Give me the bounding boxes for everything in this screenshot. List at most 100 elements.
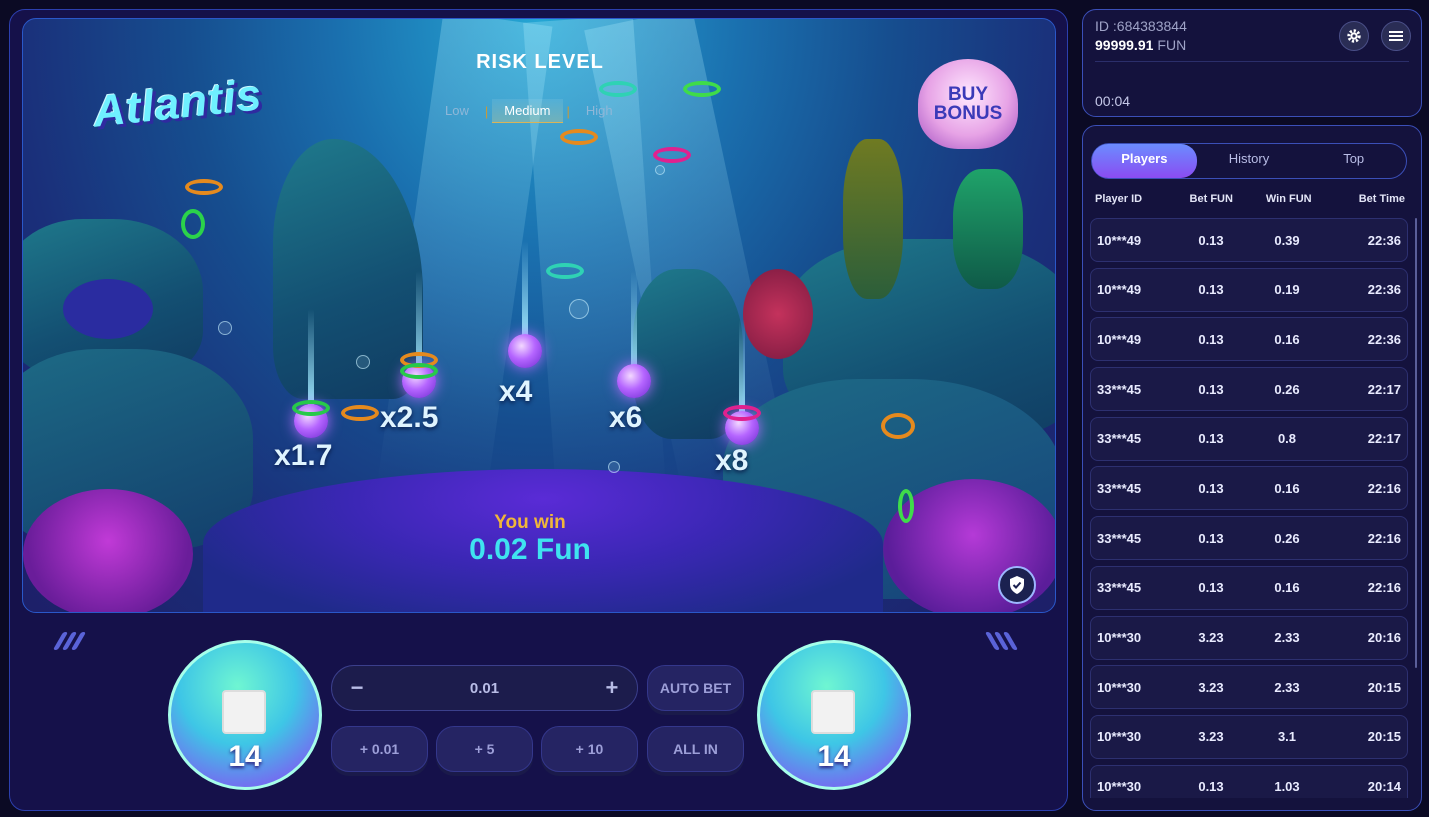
cell-bet: 0.13 <box>1198 431 1224 447</box>
seaweed-right-2 <box>953 169 1023 289</box>
ring-green <box>683 81 721 97</box>
cell-win: 0.16 <box>1274 331 1300 347</box>
bubble <box>608 461 620 473</box>
buy-bonus-button[interactable]: BUY BONUS <box>918 59 1018 149</box>
peg-spike <box>308 309 314 409</box>
cell-player-id: 10***30 <box>1097 779 1142 795</box>
cell-player-id: 33***45 <box>1097 480 1142 496</box>
scrollbar[interactable] <box>1415 218 1417 668</box>
peg-ring-green <box>292 400 330 416</box>
panel-tabs: Players History Top <box>1091 143 1407 179</box>
cell-player-id: 33***45 <box>1097 381 1142 397</box>
account-id: ID :684383844 <box>1095 18 1187 34</box>
cell-bet-time: 22:36 <box>1367 331 1401 347</box>
table-row: 10***49 0.13 0.19 22:36 <box>1090 267 1408 312</box>
account-card: ID :684383844 99999.91 FUN 00:04 <box>1082 9 1422 117</box>
settings-button[interactable] <box>1339 21 1369 51</box>
table-row: 10***49 0.13 0.39 22:36 <box>1090 218 1408 262</box>
cell-bet: 0.13 <box>1198 480 1224 496</box>
multiplier-label: x8 <box>715 444 749 477</box>
table-row: 10***30 0.13 1.03 20:14 <box>1090 764 1408 798</box>
cell-player-id: 10***49 <box>1097 331 1142 347</box>
menu-button[interactable] <box>1381 21 1411 51</box>
game-logo: Atlantis <box>90 70 265 137</box>
win-label: You win <box>494 512 566 533</box>
peg-ring-green <box>400 363 438 379</box>
play-drum-right[interactable]: 14 <box>757 640 911 805</box>
bubble <box>356 355 370 369</box>
stop-square-icon <box>811 690 855 734</box>
ring-orange <box>560 129 598 145</box>
balance-value: 99999.91 <box>1095 37 1154 53</box>
players-table-body[interactable]: 10***49 0.13 0.39 22:36 10***49 0.13 0.19 22:36… <box>1090 218 1408 798</box>
provably-fair-button[interactable] <box>998 566 1036 604</box>
table-row: 10***30 3.23 2.33 20:16 <box>1090 615 1408 660</box>
bubble <box>569 299 589 319</box>
account-balance: 99999.91 FUN <box>1095 37 1186 53</box>
cell-bet-time: 22:17 <box>1367 431 1401 447</box>
drum-counter: 14 <box>228 740 262 773</box>
cell-bet-time: 22:17 <box>1367 381 1401 397</box>
cell-bet: 0.13 <box>1198 779 1224 795</box>
cell-win: 0.26 <box>1274 530 1300 546</box>
cell-win: 3.1 <box>1277 729 1297 745</box>
table-row: 10***30 3.23 2.33 20:15 <box>1090 665 1408 710</box>
drum-counter: 14 <box>817 740 851 773</box>
cell-bet: 3.23 <box>1198 630 1224 645</box>
risk-level-selector: Low | Medium | High <box>433 99 625 123</box>
peg-orb <box>508 334 542 368</box>
cell-player-id: 33***45 <box>1097 431 1142 447</box>
quick-bet-001-button[interactable]: + 0.01 <box>331 726 428 772</box>
decor-stripes-left <box>52 632 87 650</box>
hamburger-menu-icon <box>1389 31 1403 41</box>
cell-player-id: 33***45 <box>1097 580 1142 596</box>
tab-players[interactable]: Players <box>1092 144 1197 178</box>
quick-bet-5-button[interactable]: + 5 <box>436 726 533 772</box>
auto-bet-button[interactable]: AUTO BET <box>647 665 744 711</box>
cell-bet-time: 22:36 <box>1367 232 1401 248</box>
table-row: 33***45 0.13 0.16 22:16 <box>1090 565 1408 610</box>
bet-amount-value: 0.01 <box>469 679 500 697</box>
ring-teal <box>546 263 584 279</box>
cell-bet: 3.23 <box>1198 679 1224 695</box>
plus-button[interactable]: + <box>603 675 621 700</box>
cell-win: 2.33 <box>1274 679 1300 695</box>
cell-bet-time: 22:16 <box>1367 530 1401 546</box>
risk-option-medium[interactable]: Medium <box>492 99 563 123</box>
ring-green <box>181 209 205 239</box>
tab-top[interactable]: Top <box>1301 144 1406 178</box>
cell-bet: 0.13 <box>1198 331 1224 347</box>
bet-amount-field[interactable]: − 0.01 + <box>331 665 638 711</box>
minus-button[interactable]: − <box>348 675 366 700</box>
cell-bet-time: 20:16 <box>1367 630 1401 645</box>
coral-blue-left <box>63 279 153 339</box>
win-amount: 0.02 Fun <box>469 533 591 566</box>
cell-bet-time: 20:15 <box>1367 729 1401 745</box>
peg-spike <box>522 241 528 341</box>
peg-orb <box>617 364 651 398</box>
tab-history[interactable]: History <box>1197 144 1302 178</box>
game-scene: Atlantis RISK LEVEL Low | Medium | High … <box>22 18 1056 613</box>
coral-red <box>743 269 813 359</box>
risk-option-low[interactable]: Low <box>433 99 481 123</box>
balance-currency: FUN <box>1157 37 1187 53</box>
cell-player-id: 10***30 <box>1097 630 1142 645</box>
cell-win: 0.16 <box>1274 580 1300 596</box>
cell-player-id: 10***49 <box>1097 282 1142 298</box>
divider <box>1095 61 1409 62</box>
header-bet-time: Bet Time <box>1358 193 1405 205</box>
cell-win: 1.03 <box>1274 779 1300 795</box>
cell-bet: 0.13 <box>1198 530 1224 546</box>
cell-player-id: 10***49 <box>1097 232 1142 248</box>
cell-bet: 0.13 <box>1198 580 1224 596</box>
risk-level-title: RISK LEVEL <box>476 51 604 73</box>
cell-bet: 0.13 <box>1198 381 1224 397</box>
shield-check-icon <box>1010 576 1024 594</box>
risk-option-high[interactable]: High <box>574 99 625 123</box>
play-drum-left[interactable]: 14 <box>168 640 322 805</box>
cell-player-id: 10***30 <box>1097 729 1142 745</box>
cell-bet-time: 22:16 <box>1367 480 1401 496</box>
gear-icon <box>1347 29 1361 43</box>
all-in-button[interactable]: ALL IN <box>647 726 744 772</box>
quick-bet-10-button[interactable]: + 10 <box>541 726 638 772</box>
